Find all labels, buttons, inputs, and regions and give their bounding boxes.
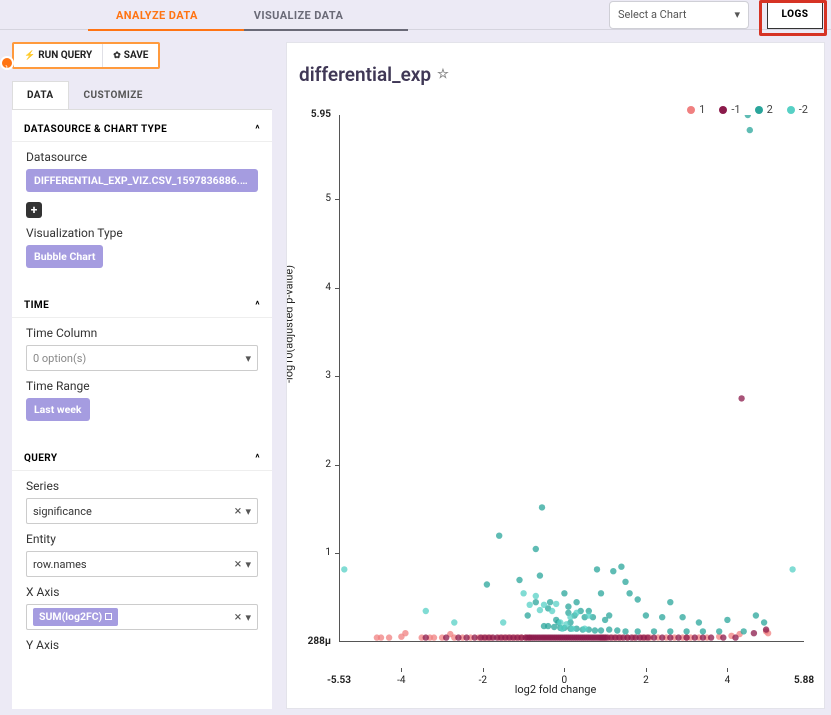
time-range-chip[interactable]: Last week [26,398,90,421]
legend-dot-icon [719,106,727,114]
star-icon[interactable]: ☆ [437,67,449,82]
chevron-down-icon [734,8,740,21]
logs-button[interactable]: LOGS [767,1,823,29]
tab-visualize-data[interactable]: VISUALIZE DATA [226,1,371,29]
y-extreme-label: 288µ [303,636,331,647]
chevron-down-icon [245,352,251,365]
xaxis-label: X Axis [26,585,258,599]
x-extreme-label: 5.88 [794,675,814,686]
y-tick-label: 4 [303,282,331,293]
datasource-chip[interactable]: DIFFERENTIAL_EXP_VIZ.CSV_1597836886.16 [26,169,258,192]
yaxis-label: Y Axis [26,638,258,652]
section-query-header[interactable]: QUERY [12,439,272,471]
save-label: SAVE [124,50,149,61]
series-value: significance [33,505,92,518]
xaxis-select[interactable]: SUM(log2FC) [26,604,258,630]
clear-icon[interactable] [235,557,242,572]
legend-dot-icon [787,106,795,114]
legend-dot-icon [755,106,763,114]
entity-label: Entity [26,532,258,546]
subtab-data[interactable]: DATA [12,81,69,109]
y-axis-title: -log10(adjusted p-value) [286,265,296,383]
time-column-placeholder: 0 option(s) [33,352,86,365]
sidebar-expand-icon[interactable] [0,56,14,70]
x-tick-label: 0 [562,675,568,686]
chevron-up-icon [255,300,260,311]
viztype-label: Visualization Type [26,226,258,240]
chart-area: differential_exp ☆ 1 -1 2 -2 -log10(adju… [286,42,825,709]
legend-dot-icon [687,106,695,114]
chevron-up-icon [255,124,260,135]
y-tick-label: 3 [303,370,331,381]
save-button[interactable]: SAVE [103,44,158,67]
series-label: Series [26,479,258,493]
section-time-header[interactable]: TIME [12,286,272,318]
scatter-svg [339,115,804,642]
y-tick-label: 5 [303,193,331,204]
select-chart-dropdown[interactable]: Select a Chart [609,1,749,29]
section-label: TIME [24,300,49,311]
select-chart-placeholder: Select a Chart [618,8,686,21]
time-range-label: Time Range [26,379,258,393]
chevron-down-icon [245,558,251,571]
x-tick-label: -4 [397,675,405,686]
top-nav: ANALYZE DATA VISUALIZE DATA Select a Cha… [0,0,831,30]
clear-icon[interactable] [235,504,242,519]
x-tick-label: 2 [643,675,649,686]
chevron-up-icon [255,453,260,464]
xaxis-chip-label: SUM(log2FC) [39,610,102,623]
bolt-icon [24,50,35,61]
add-datasource-button[interactable]: + [26,202,42,218]
section-label: DATASOURCE & CHART TYPE [24,124,167,135]
run-query-label: RUN QUERY [38,50,92,61]
gear-icon [113,50,121,61]
panel-body[interactable]: DATASOURCE & CHART TYPE Datasource DIFFE… [12,109,272,709]
time-column-select[interactable]: 0 option(s) [26,345,258,371]
y-tick-label: 2 [303,459,331,470]
xaxis-chip[interactable]: SUM(log2FC) [33,608,118,626]
chart-title: differential_exp ☆ [299,63,449,86]
section-label: QUERY [24,453,57,464]
run-save-group: RUN QUERY SAVE [12,42,160,69]
section-datasource-header[interactable]: DATASOURCE & CHART TYPE [12,110,272,142]
chart-plot-region [327,115,804,668]
x-axis-title: log2 fold change [515,683,597,696]
chart-title-text: differential_exp [299,63,431,86]
datasource-label: Datasource [26,150,258,164]
x-tick-label: -2 [479,675,487,686]
chevron-down-icon [245,611,251,624]
y-tick-label: 1 [303,547,331,558]
time-column-label: Time Column [26,326,258,340]
chevron-down-icon [245,505,251,518]
x-tick-label: 4 [725,675,731,686]
entity-value: row.names [33,558,87,571]
series-select[interactable]: significance [26,498,258,524]
tab-analyze-data[interactable]: ANALYZE DATA [88,1,226,29]
panel-subtabs: DATA CUSTOMIZE [12,81,272,109]
subtab-customize[interactable]: CUSTOMIZE [69,81,158,109]
x-extreme-label: -5.53 [327,675,351,686]
chip-box-icon [105,613,112,620]
y-extreme-label: 5.95 [303,109,331,120]
control-panel: RUN QUERY SAVE DATA CUSTOMIZE DATASOURCE… [12,42,272,709]
viztype-chip[interactable]: Bubble Chart [26,245,103,268]
workspace: RUN QUERY SAVE DATA CUSTOMIZE DATASOURCE… [0,30,831,715]
clear-icon[interactable] [235,610,242,625]
entity-select[interactable]: row.names [26,551,258,577]
run-query-button[interactable]: RUN QUERY [14,44,103,67]
